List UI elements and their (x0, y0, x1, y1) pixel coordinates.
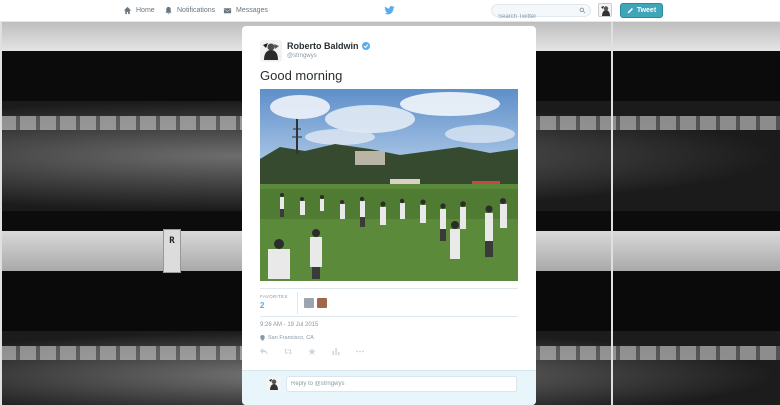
retweet-action[interactable] (284, 346, 308, 356)
nav-home[interactable]: Home (123, 0, 155, 21)
favorites-label: FAVORITES (260, 294, 288, 299)
compose-icon (627, 8, 633, 14)
favorite-icon (308, 347, 316, 355)
twitter-bird-icon[interactable] (384, 5, 395, 16)
tweet-location[interactable]: San Francisco, CA (260, 335, 314, 341)
xray-marker: R (163, 229, 181, 273)
divider (297, 292, 298, 314)
favoriter-avatar[interactable] (304, 298, 314, 308)
nav-notifications[interactable]: Notifications (164, 0, 215, 21)
reply-user-avatar (267, 377, 281, 391)
verified-badge-icon (361, 42, 370, 50)
reply-action[interactable] (260, 346, 284, 356)
divider (260, 288, 518, 289)
search-box[interactable] (491, 4, 591, 23)
tweet-actions (260, 346, 380, 356)
bell-icon (165, 6, 172, 15)
envelope-icon (223, 8, 232, 14)
reply-icon (260, 347, 268, 355)
top-nav: Home Notifications Messages Tweet (0, 0, 780, 23)
nav-home-label: Home (136, 7, 155, 14)
tweet-button-label: Tweet (636, 7, 657, 14)
tweet-button[interactable]: Tweet (620, 3, 663, 18)
retweet-icon (284, 348, 292, 354)
stats-action[interactable] (332, 346, 356, 356)
divider (260, 316, 518, 317)
location-pin-icon (260, 335, 265, 341)
more-icon (356, 350, 364, 352)
tweet-text: Good morning (260, 68, 343, 83)
more-action[interactable] (356, 346, 380, 356)
location-text: San Francisco, CA (268, 335, 314, 341)
nav-notifications-label: Notifications (177, 7, 216, 14)
reply-input[interactable] (286, 376, 517, 392)
search-input[interactable] (492, 11, 578, 23)
author-name-text: Roberto Baldwin (287, 41, 359, 51)
nav-messages[interactable]: Messages (223, 0, 268, 21)
tweet-timestamp: 9:26 AM - 19 Jul 2015 (260, 322, 319, 328)
author-handle[interactable]: @strngwys (287, 53, 317, 59)
favorite-action[interactable] (308, 346, 332, 356)
search-icon[interactable] (579, 7, 586, 14)
favoriter-avatar[interactable] (317, 298, 327, 308)
reply-area (242, 370, 536, 405)
tweet-card: Roberto Baldwin @strngwys Good morning F… (242, 26, 536, 405)
home-icon (123, 6, 132, 15)
nav-messages-label: Messages (236, 7, 268, 14)
author-avatar[interactable] (260, 40, 282, 62)
author-name[interactable]: Roberto Baldwin (287, 41, 370, 51)
tweet-photo[interactable] (260, 89, 518, 281)
stats-icon (332, 347, 340, 355)
favorites-count[interactable]: 2 (260, 301, 264, 310)
user-avatar[interactable] (598, 3, 612, 17)
